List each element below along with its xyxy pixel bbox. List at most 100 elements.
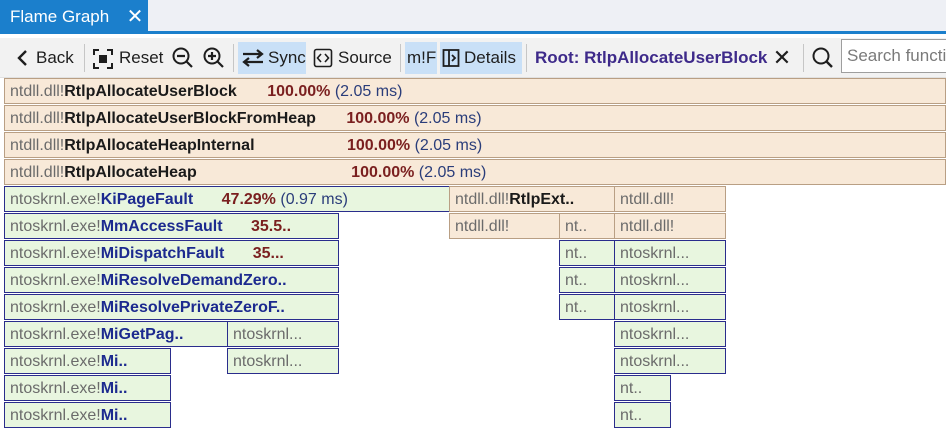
flame-frame[interactable]: nt.. (559, 213, 615, 239)
frame-function: MmAccessFault (100, 218, 223, 235)
flame-frame[interactable]: nt.. (559, 240, 615, 266)
document-tabstrip: Flame Graph ✕ (0, 0, 946, 34)
sync-arrows-icon (242, 49, 264, 67)
flame-frame[interactable]: ntoskrnl... (614, 348, 726, 374)
frame-module: ntdll.dll! (10, 110, 65, 127)
frame-module: nt.. (620, 380, 643, 397)
flame-frame[interactable]: ntoskrnl.exe!MiResolveDemandZero.. (4, 267, 339, 293)
flame-frame[interactable]: ntdll.dll!RtlpAllocateHeapInternal 100.0… (4, 132, 946, 158)
reset-zoom-icon (93, 49, 113, 69)
zoom-in-button[interactable] (201, 42, 227, 74)
frame-module: ntoskrnl.exe! (10, 191, 101, 208)
flame-frame[interactable]: ntoskrnl.exe!Mi.. (4, 348, 171, 374)
search-input[interactable]: Search functions (841, 39, 946, 73)
frame-function: MiResolvePrivateZeroF.. (100, 299, 285, 316)
source-button[interactable]: Source (311, 42, 395, 74)
frame-module: ntdll.dll! (620, 218, 675, 235)
source-label: Source (338, 48, 392, 67)
module-function-toggle[interactable]: m!F (405, 42, 437, 74)
frame-function: MiGetPag.. (100, 326, 184, 343)
toolbar-separator (84, 44, 85, 72)
flame-frame[interactable]: ntoskrnl.exe!KiPageFault 47.29% (0.97 ms… (4, 186, 450, 212)
frame-function: MiResolveDemandZero.. (100, 272, 287, 289)
frame-percent: 100.00% (351, 164, 415, 181)
flame-frame[interactable]: ntoskrnl... (614, 321, 726, 347)
root-function-name: RtlpAllocateUserBlock (584, 48, 768, 67)
zoom-out-button[interactable] (170, 42, 196, 74)
flame-frame[interactable]: ntoskrnl.exe!MiResolvePrivateZeroF.. (4, 294, 339, 320)
flame-frame[interactable]: nt.. (559, 267, 615, 293)
flame-frame[interactable]: nt.. (559, 294, 615, 320)
flame-frame[interactable]: nt.. (614, 375, 671, 401)
flame-frame[interactable]: ntoskrnl... (614, 267, 726, 293)
flame-frame[interactable]: ntdll.dll! (449, 213, 560, 239)
flame-frame[interactable]: ntdll.dll! (614, 186, 726, 212)
flame-frame[interactable]: ntoskrnl.exe!Mi.. (4, 402, 171, 428)
frame-module: ntoskrnl... (620, 245, 690, 262)
clear-root-button[interactable]: ✕ (771, 42, 793, 74)
source-code-icon (313, 48, 333, 68)
frame-module: nt.. (565, 245, 588, 262)
flame-frame[interactable]: ntoskrnl.exe!MiGetPag.. (4, 321, 228, 347)
frame-percent: 47.29% (221, 191, 276, 208)
frame-module: ntoskrnl... (620, 272, 690, 289)
frame-function: Mi.. (100, 407, 128, 424)
flame-frame[interactable]: ntdll.dll!RtlpExt.. (449, 186, 615, 212)
frame-percent: 100.00% (346, 137, 411, 154)
frame-module: ntoskrnl... (620, 353, 690, 370)
close-tab-icon[interactable]: ✕ (124, 0, 146, 34)
chevron-left-icon (17, 50, 27, 66)
flame-frame[interactable]: ntoskrnl... (614, 294, 726, 320)
frame-module: ntoskrnl.exe! (10, 353, 101, 370)
flame-frame[interactable]: ntoskrnl... (227, 348, 339, 374)
frame-module: ntoskrnl.exe! (10, 407, 101, 424)
frame-duration: (2.05 ms) (413, 110, 482, 127)
reset-button[interactable]: Reset (90, 42, 164, 74)
frame-module: ntoskrnl.exe! (10, 299, 101, 316)
frame-duration: (0.97 ms) (280, 191, 348, 208)
flame-graph-canvas: ntdll.dll!RtlpAllocateUserBlock 100.00% … (0, 78, 946, 435)
frame-function: KiPageFault (100, 191, 194, 208)
flame-frame[interactable]: nt.. (614, 402, 671, 428)
sync-toggle[interactable]: Sync (238, 42, 306, 74)
frame-function: RtlpAllocateHeap (64, 164, 197, 181)
toolbar-separator (233, 44, 234, 72)
flame-frame[interactable]: ntdll.dll!RtlpAllocateUserBlockFromHeap … (4, 105, 946, 131)
frame-percent: 100.00% (267, 83, 331, 100)
zoom-in-icon (203, 47, 224, 68)
frame-module: ntoskrnl.exe! (10, 218, 101, 235)
frame-module: nt.. (565, 272, 588, 289)
frame-module: ntdll.dll! (10, 137, 65, 154)
sync-label: Sync (268, 48, 306, 67)
frame-module: ntoskrnl.exe! (10, 272, 101, 289)
frame-module: nt.. (565, 299, 588, 316)
frame-module: nt.. (620, 407, 643, 424)
frame-module: ntoskrnl.exe! (10, 326, 101, 343)
frame-module: ntoskrnl... (620, 326, 690, 343)
flame-frame[interactable]: ntoskrnl.exe!MmAccessFault 35.5.. (4, 213, 339, 239)
flame-frame[interactable]: ntoskrnl... (614, 240, 726, 266)
flame-frame[interactable]: ntdll.dll! (614, 213, 726, 239)
frame-duration: (2.05 ms) (334, 83, 403, 100)
frame-module: ntoskrnl.exe! (10, 245, 101, 262)
frame-module: ntoskrnl... (620, 299, 690, 316)
tab-flame-graph[interactable]: Flame Graph ✕ (0, 0, 148, 34)
details-panel-icon (442, 49, 460, 67)
frame-module: ntoskrnl.exe! (10, 380, 101, 397)
flame-frame[interactable]: ntoskrnl.exe!MiDispatchFault 35... (4, 240, 339, 266)
root-label: Root: (535, 48, 580, 67)
flame-frame[interactable]: ntdll.dll!RtlpAllocateHeap 100.00% (2.05… (4, 159, 946, 185)
frame-module: nt.. (565, 218, 588, 235)
back-button[interactable]: Back (12, 42, 78, 74)
search-button[interactable] (810, 42, 836, 74)
frame-module: ntdll.dll! (620, 191, 675, 208)
flame-frame[interactable]: ntoskrnl.exe!Mi.. (4, 375, 171, 401)
reset-label: Reset (119, 48, 164, 67)
flame-frame[interactable]: ntoskrnl... (227, 321, 339, 347)
frame-module: ntoskrnl... (233, 326, 303, 343)
toolbar: Back Reset Sync Source m!F Details Root:… (0, 38, 946, 78)
frame-function: MiDispatchFault (100, 245, 225, 262)
frame-function: RtlpAllocateHeapInternal (64, 137, 255, 154)
flame-frame[interactable]: ntdll.dll!RtlpAllocateUserBlock 100.00% … (4, 78, 946, 104)
details-toggle[interactable]: Details (440, 42, 522, 74)
